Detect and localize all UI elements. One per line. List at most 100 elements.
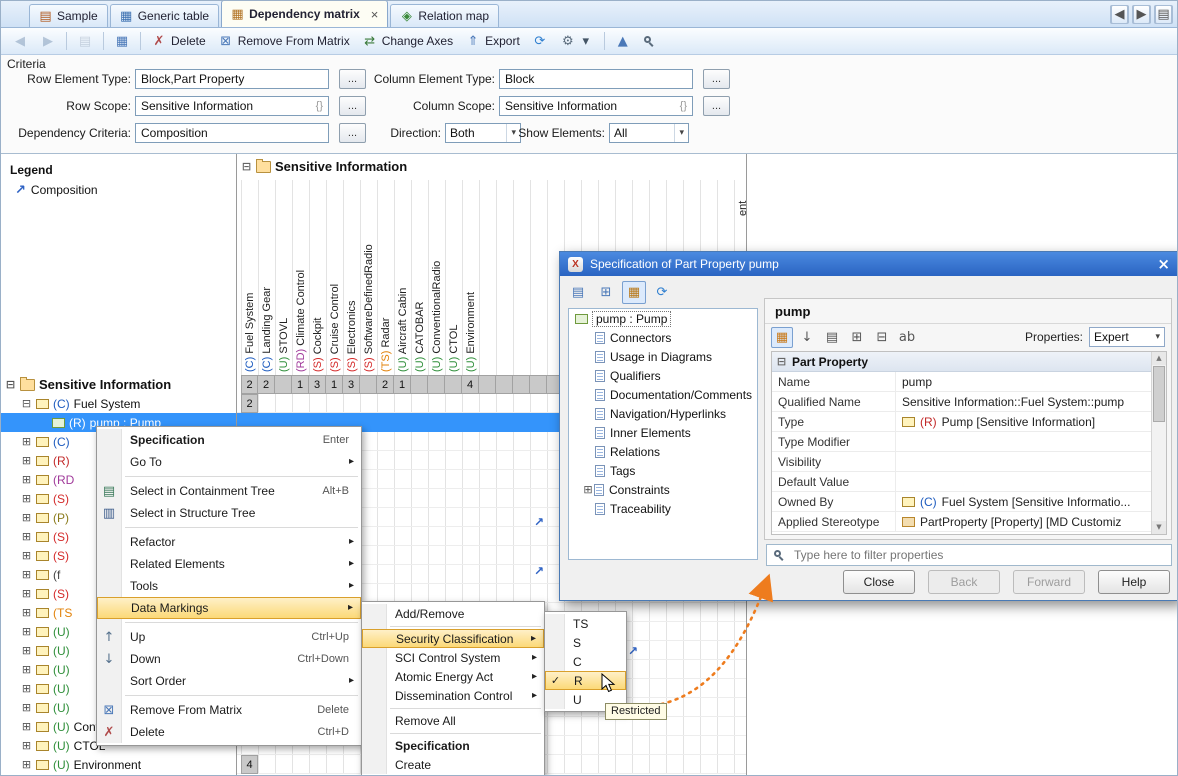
change-axes-button[interactable]: ⇄Change Axes	[357, 30, 458, 52]
show-elements-combo[interactable]: All▾	[609, 123, 689, 143]
expand-expander-icon[interactable]: ⊞	[21, 531, 32, 542]
collapse-expander-icon[interactable]: ⊟	[5, 379, 16, 390]
menu-item-refactor[interactable]: Refactor▸	[97, 531, 361, 553]
direction-combo[interactable]: Both▾	[445, 123, 521, 143]
expand-expander-icon[interactable]: ⊞	[21, 607, 32, 618]
tree-row-fuel-system[interactable]: ⊟(C)Fuel System	[1, 394, 237, 413]
scrollbar-thumb[interactable]	[1153, 366, 1165, 422]
column-header-catobar[interactable]: (U) CATOBAR	[414, 302, 426, 373]
menu-item-remove-all[interactable]: Remove All	[362, 711, 544, 730]
scroll-up-icon[interactable]: ▲	[1152, 352, 1166, 365]
property-row-owned-by[interactable]: Owned By(C) Fuel System [Sensitive Infor…	[772, 492, 1166, 512]
spec-tree-node-documentation-comments[interactable]: Documentation/Comments	[569, 385, 757, 404]
close-icon[interactable]: ×	[1157, 257, 1170, 272]
menu-item-down[interactable]: ↓DownCtrl+Down	[97, 648, 361, 670]
row-element-type-input[interactable]: Block,Part Property	[135, 69, 329, 89]
tab-relation-map[interactable]: ◈Relation map	[390, 4, 499, 27]
expand-expander-icon[interactable]: ⊞	[21, 455, 32, 466]
menu-item-create[interactable]: Create	[362, 755, 544, 774]
expand-expander-icon[interactable]: ⊞	[21, 512, 32, 523]
spec-tree-node-tags[interactable]: Tags	[569, 461, 757, 480]
menu-item-ts[interactable]: TS	[545, 614, 626, 633]
close-tab-icon[interactable]: ×	[371, 7, 379, 22]
column-header-conventionalradio[interactable]: (U) ConventionalRadio	[431, 261, 443, 372]
menu-item-remove-from-matrix[interactable]: ⊠Remove From MatrixDelete	[97, 699, 361, 721]
properties-scrollbar[interactable]: ▲ ▼	[1151, 352, 1166, 534]
expand-expander-icon[interactable]: ⊞	[21, 436, 32, 447]
column-header-cockpit[interactable]: (S) Cockpit	[312, 318, 324, 372]
column-scope-browse-button[interactable]: ...	[703, 96, 730, 116]
property-row-default-value[interactable]: Default Value	[772, 472, 1166, 492]
property-value[interactable]: PartProperty [Property] [MD Customiz	[896, 512, 1166, 531]
column-header-aircraft-cabin[interactable]: (U) Aircraft Cabin	[397, 288, 409, 372]
expand-expander-icon[interactable]: ⊞	[21, 664, 32, 675]
expand-expander-icon[interactable]: ⊞	[21, 550, 32, 561]
property-row-visibility[interactable]: Visibility	[772, 452, 1166, 472]
expand-expander-icon[interactable]: ⊞	[21, 569, 32, 580]
expand-expander-icon[interactable]: ⊞	[21, 645, 32, 656]
sort-icon-button[interactable]: ↓	[796, 327, 818, 348]
spec-tree-node-qualifiers[interactable]: Qualifiers	[569, 366, 757, 385]
collapse-expander-icon[interactable]: ⊟	[776, 356, 787, 367]
expand-expander-icon[interactable]: ⊞	[21, 740, 32, 751]
menu-item-select-in-structure-tree[interactable]: ▥Select in Structure Tree	[97, 502, 361, 524]
column-group-header[interactable]: ⊟ Sensitive Information	[241, 159, 413, 174]
menu-item-delete[interactable]: ✗DeleteCtrl+D	[97, 721, 361, 743]
column-header-environment[interactable]: (U) Environment	[465, 292, 477, 372]
composition-link-icon[interactable]: ↗	[534, 565, 544, 577]
menu-item-s[interactable]: S	[545, 633, 626, 652]
form-icon-button[interactable]: ▤	[566, 281, 590, 304]
expand-expander-icon[interactable]: ⊞	[21, 493, 32, 504]
property-row-qualified-name[interactable]: Qualified NameSensitive Information::Fue…	[772, 392, 1166, 412]
column-header-landing-gear[interactable]: (C) Landing Gear	[261, 287, 273, 372]
tab-dependency-matrix[interactable]: ▦Dependency matrix×	[221, 0, 388, 27]
menu-item-specification[interactable]: Specification	[362, 736, 544, 755]
tab-generic-table[interactable]: ▦Generic table	[110, 4, 219, 27]
composition-link-icon[interactable]: ↗	[628, 645, 638, 657]
help-button[interactable]: Help	[1098, 570, 1170, 594]
column-header-electronics[interactable]: (S) Electronics	[346, 300, 358, 372]
spec-tree-node-constraints[interactable]: ⊞Constraints	[569, 480, 757, 499]
tab-sample[interactable]: ▤Sample	[29, 4, 108, 27]
close-button[interactable]: Close	[843, 570, 915, 594]
column-element-type-input[interactable]: Block	[499, 69, 693, 89]
spec-tree-node-inner-elements[interactable]: Inner Elements	[569, 423, 757, 442]
tree-row-sensitive-information[interactable]: ⊟Sensitive Information	[1, 375, 237, 394]
menu-item-add-remove[interactable]: Add/Remove	[362, 604, 544, 623]
expand-expander-icon[interactable]: ⊞	[21, 721, 32, 732]
dialog-title-bar[interactable]: X Specification of Part Property pump ×	[560, 252, 1178, 276]
add-column-icon-button[interactable]: ⊞	[846, 327, 868, 348]
menu-item-tools[interactable]: Tools▸	[97, 575, 361, 597]
filter-properties-field[interactable]	[766, 544, 1172, 566]
dependency-criteria-browse-button[interactable]: ...	[339, 123, 366, 143]
menu-item-select-in-containment-tree[interactable]: ▤Select in Containment TreeAlt+B	[97, 480, 361, 502]
property-value[interactable]: Sensitive Information::Fuel System::pump	[896, 392, 1166, 411]
property-value[interactable]	[896, 432, 1166, 451]
grid-icon-button[interactable]: ▦	[771, 327, 793, 348]
menu-item-sci-control-system[interactable]: SCI Control System▸	[362, 648, 544, 667]
row-scope-input[interactable]: Sensitive Information{}	[135, 96, 329, 116]
property-value[interactable]	[896, 472, 1166, 491]
row-scope-browse-button[interactable]: ...	[339, 96, 366, 116]
row-element-type-browse-button[interactable]: ...	[339, 69, 366, 89]
property-row-type[interactable]: Type(R) Pump [Sensitive Information]	[772, 412, 1166, 432]
next-tab-button[interactable]: ▶	[1132, 5, 1151, 24]
menu-item-related-elements[interactable]: Related Elements▸	[97, 553, 361, 575]
property-value[interactable]	[896, 452, 1166, 471]
spec-tree-root[interactable]: pump : Pump	[569, 309, 757, 328]
expand-expander-icon[interactable]: ⊞	[21, 683, 32, 694]
menu-item-sort-order[interactable]: Sort Order▸	[97, 670, 361, 692]
menu-item-c[interactable]: C	[545, 652, 626, 671]
tree-row-environment[interactable]: ⊞(U)Environment	[1, 755, 237, 774]
expand-expander-icon[interactable]: ⊞	[21, 759, 32, 770]
remove-column-icon-button[interactable]: ⊟	[871, 327, 893, 348]
remove-from-matrix-button[interactable]: ⊠Remove From Matrix	[213, 30, 355, 52]
delete-button[interactable]: ✗Delete	[146, 30, 211, 52]
tab-list-button[interactable]: ▤	[1154, 5, 1173, 24]
menu-item-specification[interactable]: SpecificationEnter	[97, 429, 361, 451]
spec-tree-node-traceability[interactable]: Traceability	[569, 499, 757, 518]
spec-tree-node-usage-in-diagrams[interactable]: Usage in Diagrams	[569, 347, 757, 366]
property-value[interactable]: (R) Pump [Sensitive Information]	[896, 412, 1166, 431]
column-header-radar[interactable]: (TS) Radar	[380, 318, 392, 372]
menu-item-dissemination-control[interactable]: Dissemination Control▸	[362, 686, 544, 705]
